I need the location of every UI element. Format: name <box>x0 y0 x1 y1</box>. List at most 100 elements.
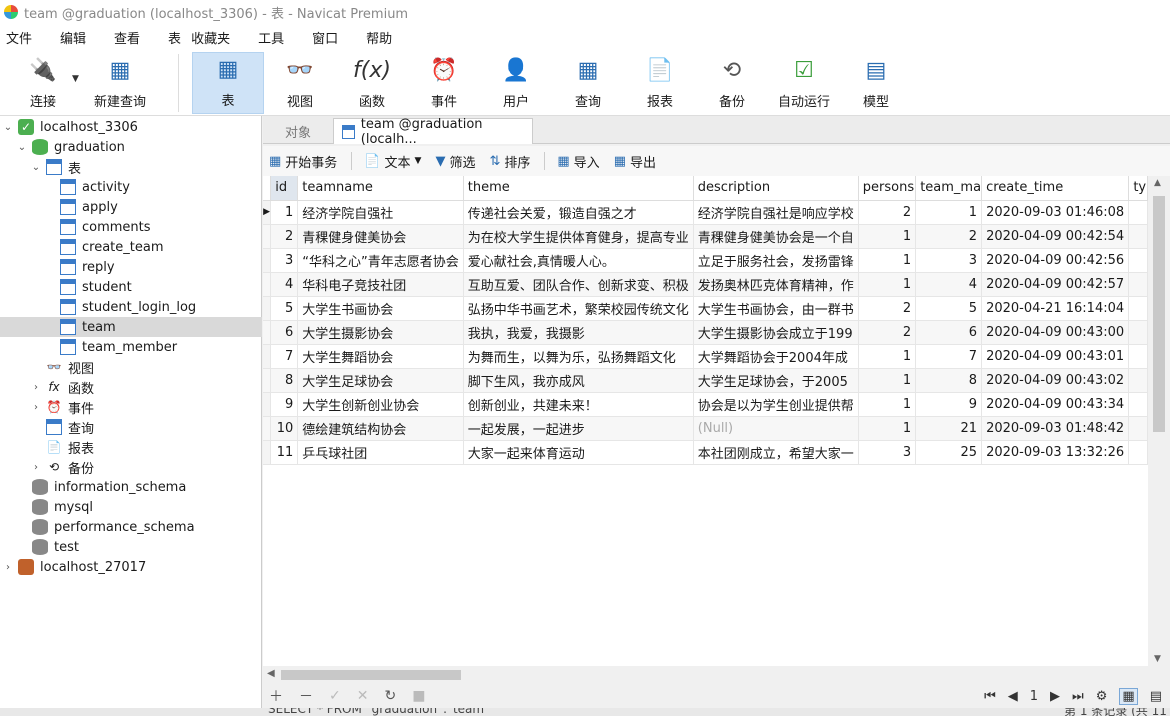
table-cell[interactable]: 大学生舞蹈协会 <box>297 344 464 369</box>
table-cell[interactable]: 爱心献社会,真情暖人心。 <box>463 248 694 273</box>
table-cell[interactable]: 3 <box>858 440 917 465</box>
last-page-icon[interactable]: ⏭ <box>1072 689 1084 704</box>
table-row[interactable]: 10 德绘建筑结构协会 一起发展，一起进步 (Null) 1 21 2020-09-03 0… <box>263 416 1148 441</box>
tree-tables-folder[interactable]: ⌄ 表 <box>30 157 81 177</box>
table-button[interactable]: ▦ 表 <box>192 52 264 114</box>
table-cell[interactable] <box>1128 368 1148 393</box>
event-button[interactable]: ⏰ 事件 <box>414 52 474 114</box>
table-cell[interactable]: 大学生足球协会，于2005 <box>693 368 859 393</box>
filter-button[interactable]: ▼ 筛选 <box>435 152 475 171</box>
table-row[interactable]: 3 “华科之心”青年志愿者协会 爱心献社会,真情暖人心。 立足于服务社会，发扬雷锋 1 3… <box>263 248 1148 273</box>
report-button[interactable]: 📄 报表 <box>630 52 690 114</box>
table-cell[interactable]: 大家一起来体育运动 <box>463 440 694 465</box>
table-cell[interactable]: 2 <box>270 224 299 249</box>
apply-icon[interactable]: ✓ <box>329 688 341 704</box>
vertical-scrollbar[interactable]: ▲ ▼ <box>1148 176 1170 666</box>
tree-backups-folder[interactable]: › ⟲ 备份 <box>30 457 94 477</box>
table-cell[interactable]: 2020-04-09 00:42:57 <box>981 272 1130 297</box>
row-marker[interactable] <box>263 248 272 273</box>
table-cell[interactable]: 2 <box>915 224 983 249</box>
table-cell[interactable]: 6 <box>270 320 299 345</box>
text-button[interactable]: 📄 文本 ▼ <box>364 152 421 171</box>
table-cell[interactable] <box>1128 248 1148 273</box>
table-row[interactable]: 6 大学生摄影协会 我执，我爱，我摄影 大学生摄影协会成立于199 2 6 2020-04-… <box>263 320 1148 345</box>
table-cell[interactable] <box>1128 344 1148 369</box>
table-cell[interactable]: 4 <box>270 272 299 297</box>
import-button[interactable]: ▦ 导入 <box>557 152 599 171</box>
table-cell[interactable] <box>1128 392 1148 417</box>
table-cell[interactable]: 3 <box>915 248 983 273</box>
table-cell[interactable]: 2020-04-09 00:43:34 <box>981 392 1130 417</box>
next-page-icon[interactable]: ▶ <box>1050 689 1060 704</box>
collapse-icon[interactable]: ⌄ <box>30 162 42 173</box>
tree-connection-localhost-27017[interactable]: › localhost_27017 <box>2 557 146 577</box>
table-cell[interactable]: 1 <box>858 368 917 393</box>
table-row[interactable]: 8 大学生足球协会 脚下生风，我亦成风 大学生足球协会，于2005 1 8 2020-04-… <box>263 368 1148 393</box>
table-cell[interactable]: 创新创业，共建未来！ <box>463 392 694 417</box>
table-row[interactable]: ▶ 1 经济学院自强社 传递社会关爱，锻造自强之才 经济学院自强社是响应学校 2 1 2020… <box>263 200 1148 225</box>
tab-objects[interactable]: 对象 <box>277 118 319 144</box>
tree-queries-folder[interactable]: 查询 <box>30 417 94 437</box>
connect-button[interactable]: 🔌 连接 <box>20 52 66 114</box>
tree-table-team-member[interactable]: team_member <box>60 337 177 357</box>
grid-view-icon[interactable]: ▦ <box>1119 687 1138 705</box>
table-cell[interactable]: 青稞健身健美协会是一个自 <box>693 224 859 249</box>
tree-db-test[interactable]: test <box>16 537 79 557</box>
table-cell[interactable]: 1 <box>858 344 917 369</box>
table-cell[interactable]: 为舞而生，以舞为乐，弘扬舞蹈文化 <box>463 344 694 369</box>
table-cell[interactable] <box>1128 272 1148 297</box>
table-cell[interactable]: 大学生摄影协会成立于199 <box>693 320 859 345</box>
tree-table-apply[interactable]: apply <box>60 197 118 217</box>
row-marker[interactable] <box>263 224 272 249</box>
tree-connection-localhost-3306[interactable]: ⌄ ✓ localhost_3306 <box>2 117 138 137</box>
tree-functions-folder[interactable]: › fx 函数 <box>30 377 94 397</box>
table-cell[interactable]: 2020-04-09 00:42:54 <box>981 224 1130 249</box>
menu-window[interactable]: 窗口 <box>312 28 338 47</box>
user-button[interactable]: 👤 用户 <box>486 52 546 114</box>
table-cell[interactable]: 青稞健身健美协会 <box>297 224 464 249</box>
tree-db-performance-schema[interactable]: performance_schema <box>16 517 195 537</box>
tree-db-graduation[interactable]: ⌄ graduation <box>16 137 125 157</box>
table-row[interactable]: 7 大学生舞蹈协会 为舞而生，以舞为乐，弘扬舞蹈文化 大学舞蹈协会于2004年成 1 7 2… <box>263 344 1148 369</box>
table-cell[interactable]: 1 <box>858 416 917 441</box>
table-cell[interactable]: 1 <box>858 272 917 297</box>
table-cell[interactable] <box>1128 296 1148 321</box>
table-cell[interactable]: 协会是以为学生创业提供帮 <box>693 392 859 417</box>
table-cell[interactable]: 脚下生风，我亦成风 <box>463 368 694 393</box>
table-cell[interactable]: “华科之心”青年志愿者协会 <box>297 248 464 273</box>
horizontal-scrollbar[interactable]: ◀ <box>263 666 1148 684</box>
table-cell[interactable]: 21 <box>915 416 983 441</box>
menu-help[interactable]: 帮助 <box>366 28 392 47</box>
menu-tools[interactable]: 工具 <box>258 28 284 47</box>
delete-record-icon[interactable]: － <box>299 686 313 706</box>
backup-button[interactable]: ⟲ 备份 <box>702 52 762 114</box>
tree-db-mysql[interactable]: mysql <box>16 497 93 517</box>
table-cell[interactable]: 大学生书画协会，由一群书 <box>693 296 859 321</box>
auto-run-button[interactable]: ☑ 自动运行 <box>774 52 834 114</box>
column-header-team-manager[interactable]: team_ma <box>915 176 983 201</box>
menu-view[interactable]: 查看 <box>114 28 140 47</box>
column-header-description[interactable]: description <box>693 176 859 201</box>
expand-icon[interactable]: › <box>30 382 42 393</box>
row-marker[interactable] <box>263 296 272 321</box>
view-button[interactable]: 👓 视图 <box>270 52 330 114</box>
discard-icon[interactable]: ✕ <box>357 688 369 704</box>
row-marker[interactable] <box>263 416 272 441</box>
scroll-thumb[interactable] <box>281 670 461 680</box>
column-header-persons[interactable]: persons <box>858 176 917 201</box>
table-cell[interactable]: 乒乓球社团 <box>297 440 464 465</box>
collapse-icon[interactable]: ⌄ <box>16 142 28 153</box>
collapse-icon[interactable]: ⌄ <box>2 122 14 133</box>
table-cell[interactable]: 2 <box>858 296 917 321</box>
table-cell[interactable]: 1 <box>270 200 299 225</box>
table-cell[interactable]: 2020-04-09 00:42:56 <box>981 248 1130 273</box>
table-cell[interactable]: 2020-04-09 00:43:00 <box>981 320 1130 345</box>
scroll-left-icon[interactable]: ◀ <box>267 668 275 679</box>
table-cell[interactable]: 立足于服务社会，发扬雷锋 <box>693 248 859 273</box>
table-cell[interactable] <box>1128 416 1148 441</box>
export-button[interactable]: ▦ 导出 <box>614 152 656 171</box>
table-cell[interactable]: 弘扬中华书画艺术，繁荣校园传统文化 <box>463 296 694 321</box>
row-marker[interactable] <box>263 272 272 297</box>
column-header-id[interactable]: id <box>270 176 299 201</box>
table-cell[interactable]: 1 <box>858 224 917 249</box>
